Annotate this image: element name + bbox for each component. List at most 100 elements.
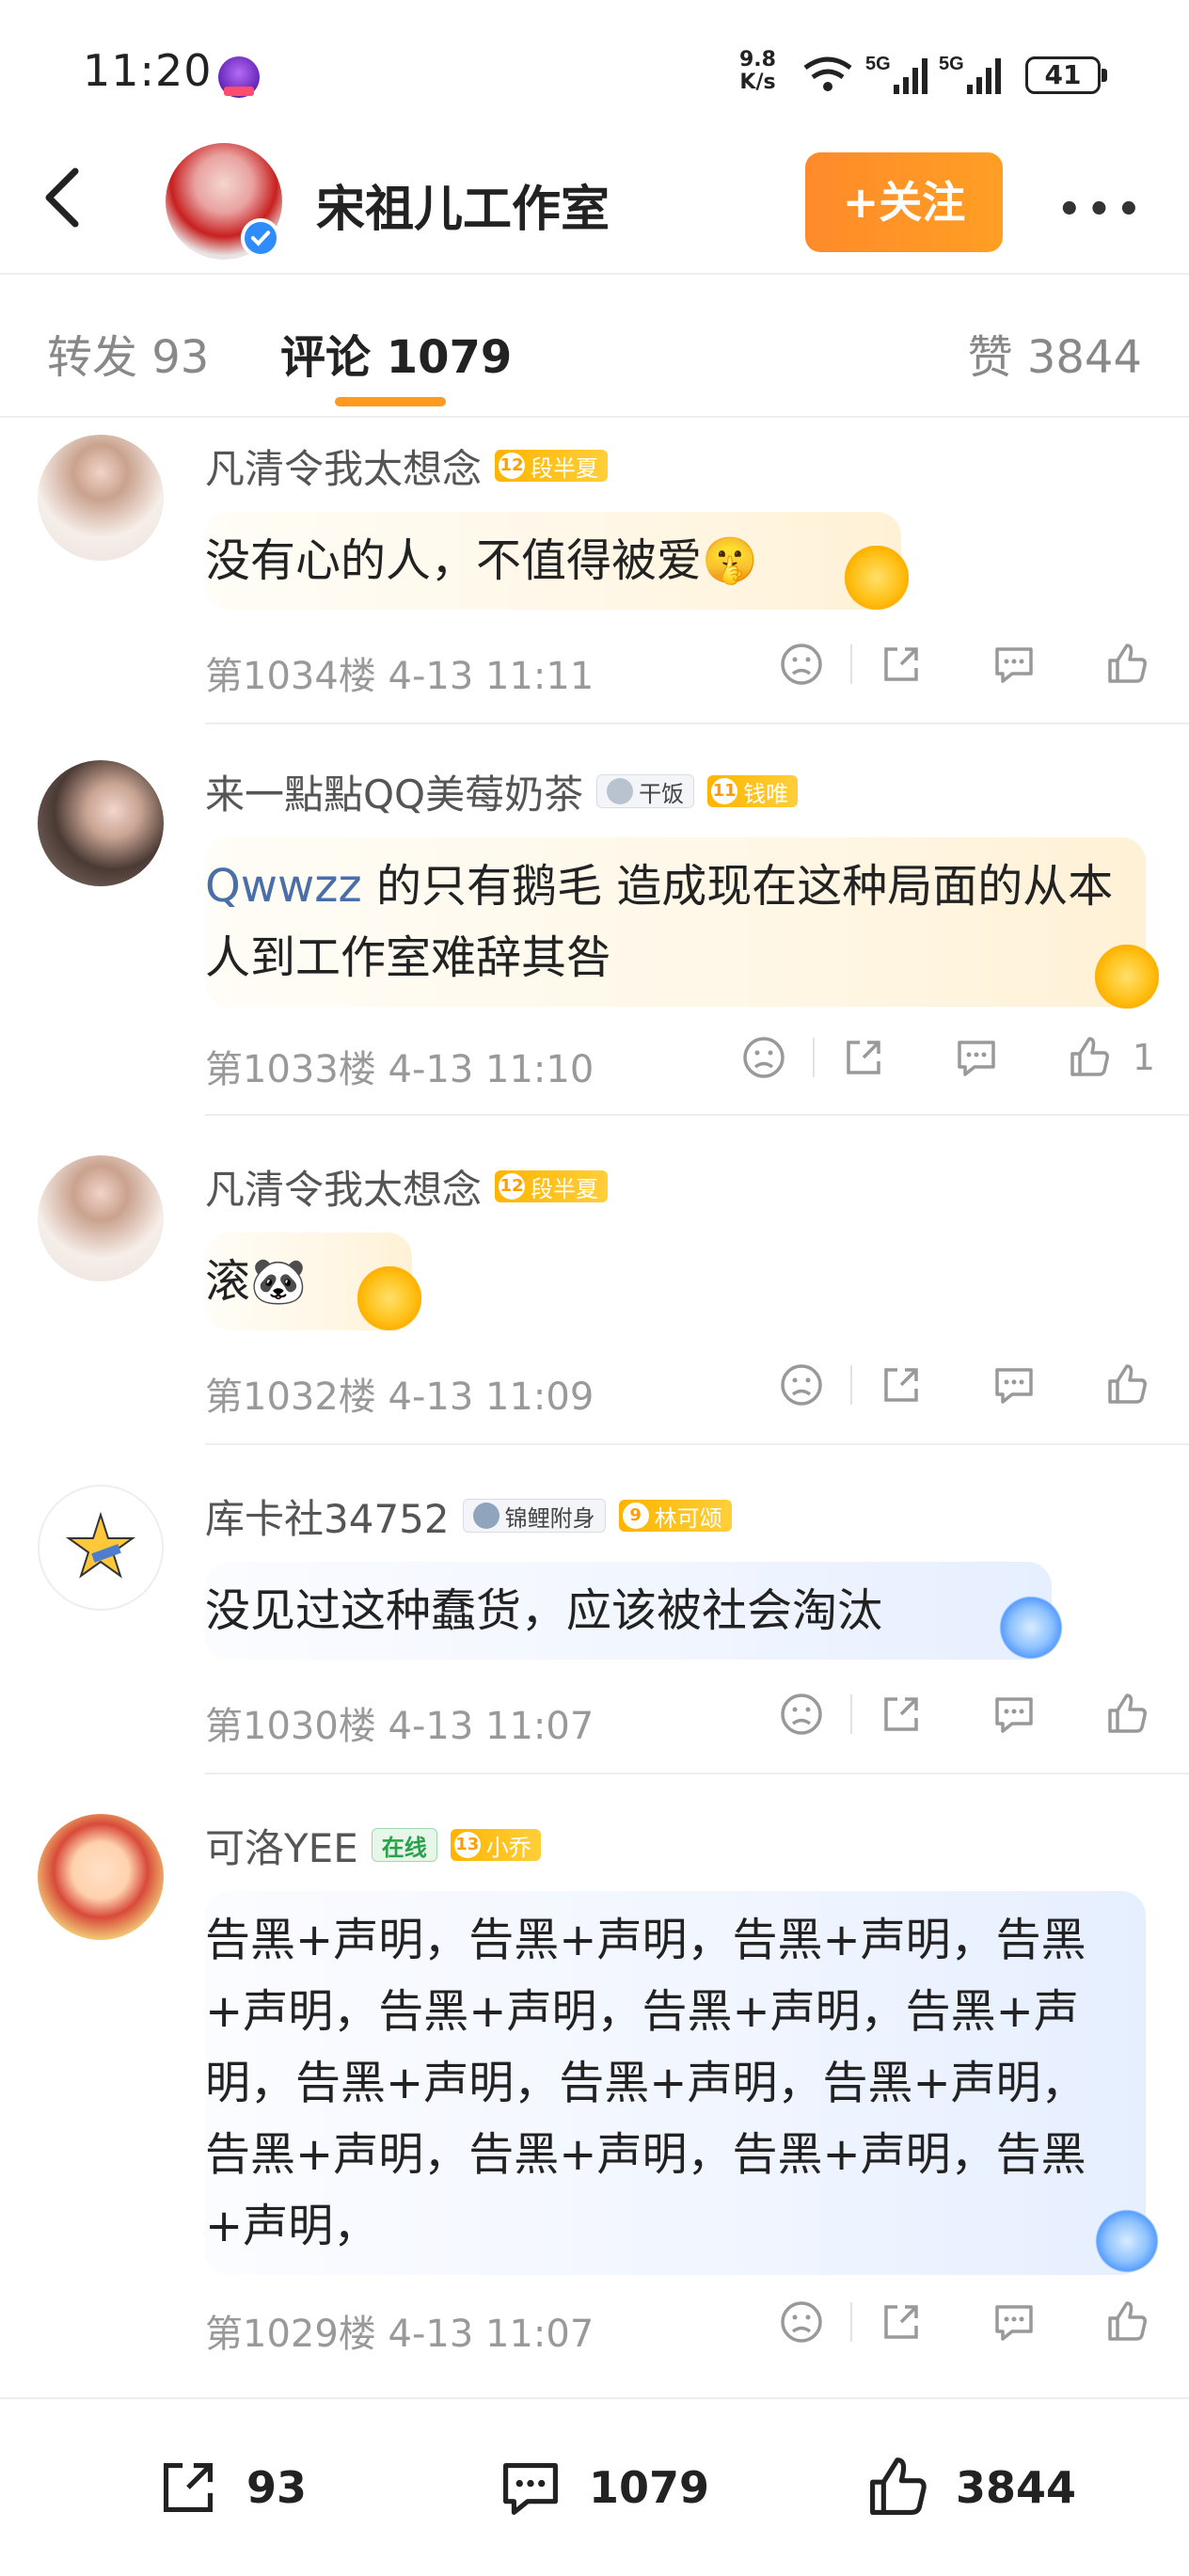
tab-comments[interactable]: 评论 1079 bbox=[280, 320, 512, 386]
comment-actions bbox=[773, 636, 1155, 692]
comment-item: 可洛YEE 在线 13 小乔 告黑+声明，告黑+声明，告黑+声明，告黑+声明，告黑… bbox=[0, 1814, 1189, 2378]
network-speed-value: 9.8 bbox=[739, 48, 776, 72]
comment-meta: 第1034楼 4-13 11:11 bbox=[205, 655, 594, 698]
comment-actions bbox=[773, 2294, 1155, 2350]
like-icon[interactable] bbox=[1061, 1029, 1118, 1086]
avatar[interactable] bbox=[38, 1814, 164, 1940]
comment-actions bbox=[773, 1357, 1155, 1413]
status-bar: 11:20 9.8 K/s 5G 5G 41 bbox=[0, 0, 1189, 132]
bubble-gem-icon bbox=[357, 1266, 421, 1330]
share-icon[interactable] bbox=[873, 1686, 929, 1742]
comment-meta: 第1030楼 4-13 11:07 bbox=[205, 1705, 594, 1748]
medal-badge[interactable]: 干饭 bbox=[596, 774, 695, 808]
commenter-name[interactable]: 凡清令我太想念 bbox=[205, 1158, 482, 1216]
avatar[interactable] bbox=[38, 1155, 164, 1281]
comment-item: 凡清令我太想念 12 段半夏 滚🐼 第1032楼 4-13 11:09 bbox=[0, 1155, 1189, 1447]
bottom-action-bar: 93 1079 3844 bbox=[0, 2397, 1189, 2576]
comment-count: 1079 bbox=[589, 2462, 710, 2513]
fan-level-badge[interactable]: 12 段半夏 bbox=[495, 450, 609, 482]
comment-bubble: 没见过这种蠢货，应该被社会淘汰 bbox=[205, 1562, 1052, 1660]
like-icon[interactable] bbox=[1099, 2294, 1155, 2350]
more-options-icon[interactable]: ••• bbox=[1057, 188, 1147, 231]
commenter-name[interactable]: 凡清令我太想念 bbox=[205, 437, 482, 495]
medal-badge[interactable]: 锦鲤附身 bbox=[462, 1499, 606, 1533]
share-icon[interactable] bbox=[873, 1357, 929, 1413]
commenter-name[interactable]: 来一點點QQ美莓奶茶 bbox=[205, 763, 583, 820]
fan-level-badge[interactable]: 12 段半夏 bbox=[495, 1170, 609, 1202]
comment-meta: 第1032楼 4-13 11:09 bbox=[205, 1375, 594, 1419]
signal-icons: 5G 5G bbox=[803, 54, 1001, 94]
signal-bars-sim2-icon bbox=[967, 58, 1001, 94]
network-speed: 9.8 K/s bbox=[739, 49, 776, 94]
commenter-name[interactable]: 库卡社34752 bbox=[205, 1487, 450, 1545]
back-arrow-icon[interactable] bbox=[28, 160, 103, 235]
signal-bars-sim1-icon bbox=[894, 58, 927, 94]
wifi-icon bbox=[803, 56, 852, 91]
tab-likes[interactable]: 赞 3844 bbox=[968, 320, 1142, 386]
online-status-badge: 在线 bbox=[371, 1828, 437, 1862]
repost-button[interactable]: 93 bbox=[147, 2446, 307, 2529]
share-icon[interactable] bbox=[873, 636, 929, 692]
app-notification-icon bbox=[218, 56, 260, 98]
like-button[interactable]: 3844 bbox=[856, 2446, 1076, 2529]
dislike-icon[interactable] bbox=[773, 1686, 830, 1742]
bubble-gem-icon bbox=[1095, 945, 1159, 1009]
comment-icon bbox=[503, 2462, 558, 2515]
comment-text: 告黑+声明，告黑+声明，告黑+声明，告黑+声明，告黑+声明，告黑+声明，告黑+声… bbox=[205, 1914, 1086, 2252]
active-tab-indicator bbox=[335, 397, 446, 406]
share-icon bbox=[163, 2462, 214, 2513]
avatar[interactable] bbox=[38, 760, 164, 886]
comment-item: 凡清令我太想念 12 段半夏 没有心的人，不值得被爱🤫 第1034楼 4-13 1… bbox=[0, 435, 1189, 726]
comment-meta: 第1033楼 4-13 11:10 bbox=[205, 1048, 594, 1091]
reply-icon[interactable] bbox=[986, 636, 1042, 692]
comment-bubble: 没有心的人，不值得被爱🤫 bbox=[205, 512, 901, 610]
verified-badge-icon bbox=[241, 218, 280, 258]
fan-level-badge[interactable]: 11 钱唯 bbox=[707, 775, 799, 807]
reply-icon[interactable] bbox=[948, 1029, 1005, 1086]
avatar[interactable] bbox=[38, 435, 164, 561]
mention-link[interactable]: Qwwzz bbox=[205, 860, 362, 913]
repost-count: 93 bbox=[246, 2462, 308, 2513]
bubble-gem-icon bbox=[845, 546, 909, 610]
svg-text:5G: 5G bbox=[865, 54, 891, 74]
reply-icon[interactable] bbox=[986, 1357, 1042, 1413]
comment-bubble: 告黑+声明，告黑+声明，告黑+声明，告黑+声明，告黑+声明，告黑+声明，告黑+声… bbox=[205, 1891, 1146, 2275]
comment-text: 没见过这种蠢货，应该被社会淘汰 bbox=[205, 1584, 883, 1637]
account-name[interactable]: 宋祖儿工作室 bbox=[316, 169, 610, 240]
star-mascot-icon bbox=[65, 1511, 136, 1579]
comment-actions: 1 bbox=[736, 1029, 1155, 1086]
status-time: 11:20 bbox=[83, 45, 213, 96]
comment-bubble: Qwwzz 的只有鹅毛 造成现在这种局面的从本人到工作室难辞其咎 bbox=[205, 837, 1146, 1007]
comment-button[interactable]: 1079 bbox=[489, 2446, 709, 2529]
commenter-name[interactable]: 可洛YEE bbox=[205, 1817, 358, 1874]
dislike-icon[interactable] bbox=[773, 2294, 830, 2350]
dislike-icon[interactable] bbox=[736, 1029, 792, 1086]
comment-text: Qwwzz 的只有鹅毛 造成现在这种局面的从本人到工作室难辞其咎 bbox=[205, 860, 1114, 984]
share-icon[interactable] bbox=[835, 1029, 892, 1086]
share-icon[interactable] bbox=[873, 2294, 929, 2350]
page-header: 宋祖儿工作室 +关注 ••• bbox=[0, 132, 1189, 273]
comment-item: 来一點點QQ美莓奶茶 干饭 11 钱唯 Qwwzz 的只有鹅毛 造成现在这种局面的… bbox=[0, 760, 1189, 1118]
follow-button[interactable]: +关注 bbox=[805, 152, 1003, 252]
svg-text:5G: 5G bbox=[939, 54, 964, 74]
tab-repost[interactable]: 转发 93 bbox=[47, 320, 209, 386]
comment-meta: 第1029楼 4-13 11:07 bbox=[205, 2313, 594, 2356]
like-icon[interactable] bbox=[1099, 636, 1155, 692]
dislike-icon[interactable] bbox=[773, 636, 830, 692]
reply-icon[interactable] bbox=[986, 2294, 1042, 2350]
like-icon[interactable] bbox=[1099, 1686, 1155, 1742]
fan-level-badge[interactable]: 9 林可颂 bbox=[618, 1500, 732, 1532]
tab-bar: 转发 93 评论 1079 赞 3844 bbox=[0, 275, 1189, 416]
like-icon bbox=[870, 2457, 927, 2515]
reply-icon[interactable] bbox=[986, 1686, 1042, 1742]
like-count: 3844 bbox=[956, 2462, 1077, 2513]
fan-level-badge[interactable]: 13 小乔 bbox=[450, 1829, 541, 1861]
bubble-gem-icon bbox=[999, 1596, 1063, 1660]
battery-icon: 41 bbox=[1025, 56, 1107, 94]
comment-item: 库卡社34752 锦鲤附身 9 林可颂 没见过这种蠢货，应该被社会淘汰 第1030… bbox=[0, 1485, 1189, 1776]
dislike-icon[interactable] bbox=[773, 1357, 830, 1413]
tabs-divider bbox=[0, 416, 1189, 418]
avatar[interactable] bbox=[38, 1485, 164, 1611]
like-icon[interactable] bbox=[1099, 1357, 1155, 1413]
bubble-gem-icon bbox=[1095, 2209, 1159, 2273]
